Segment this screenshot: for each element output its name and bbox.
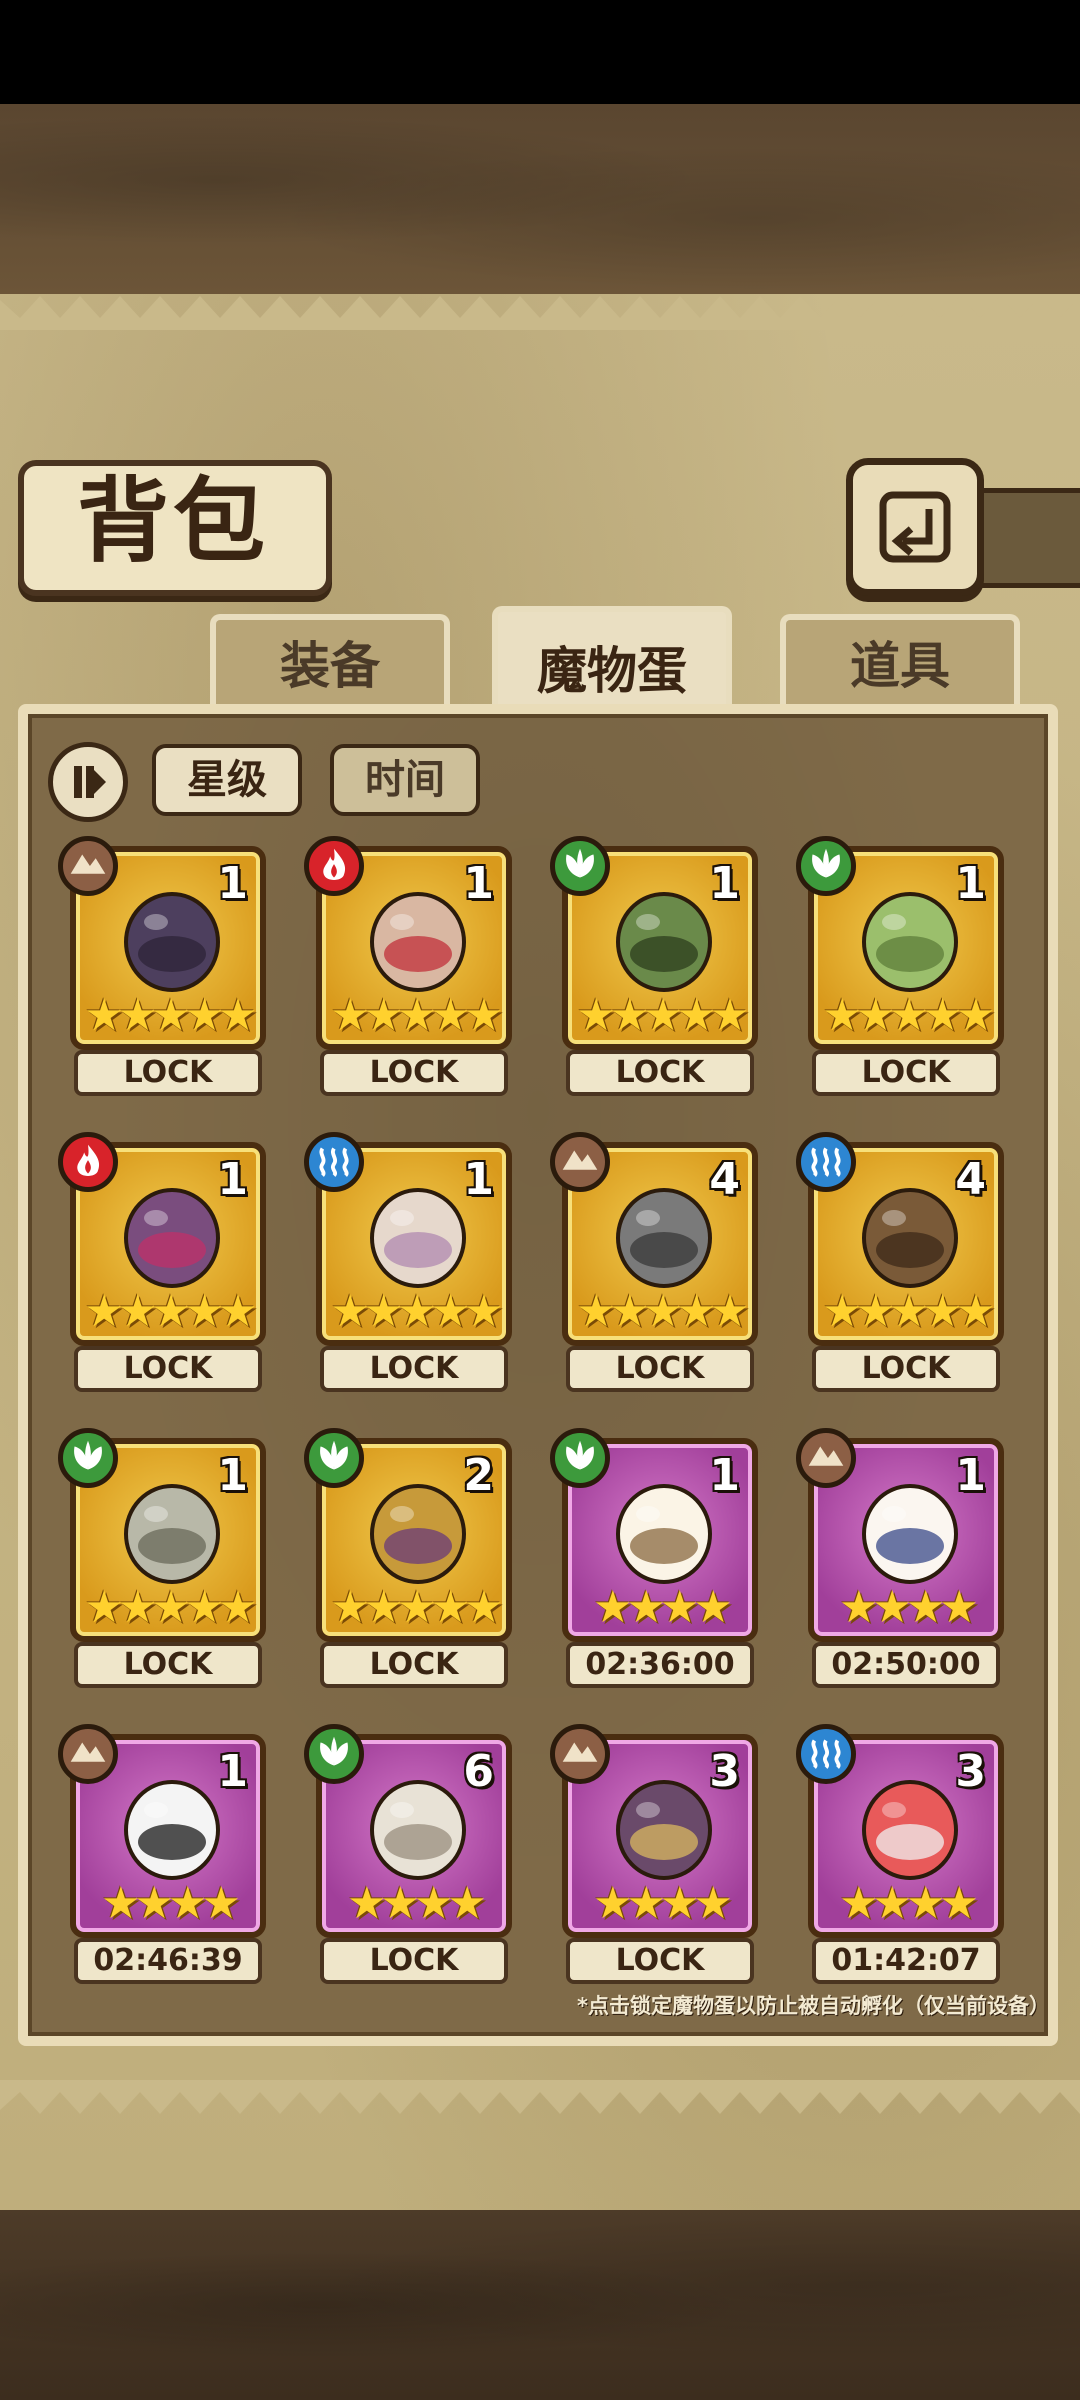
item-count: 1 — [709, 858, 740, 909]
nature-icon — [550, 1428, 610, 1488]
magic-lamp-image — [370, 1484, 466, 1584]
item-count: 4 — [955, 1154, 986, 1205]
tab-items-label: 道具 — [850, 637, 950, 695]
tab-equipment[interactable]: 装备 — [210, 614, 450, 706]
lock-hint-text: *点击锁定魔物蛋以防止被自动孵化（仅当前设备） — [577, 1994, 1050, 2018]
item-count: 4 — [709, 1154, 740, 1205]
item-count: 1 — [955, 1450, 986, 1501]
status-bar — [0, 0, 1080, 104]
lock-button[interactable]: LOCK — [320, 1938, 508, 1984]
star-rating: ★★★★ — [347, 1878, 487, 1929]
item-count: 1 — [709, 1450, 740, 1501]
water-icon — [796, 1132, 856, 1192]
star-rating: ★★★★ — [839, 1582, 979, 1633]
lock-button[interactable]: LOCK — [320, 1642, 508, 1688]
nature-icon — [58, 1428, 118, 1488]
earth-icon — [550, 1132, 610, 1192]
lock-button[interactable]: LOCK — [566, 1050, 754, 1096]
green-lantern-image — [616, 892, 712, 992]
pocket-watch-image — [124, 1484, 220, 1584]
water-icon — [796, 1724, 856, 1784]
lock-button[interactable]: LOCK — [320, 1050, 508, 1096]
item-count: 1 — [463, 1154, 494, 1205]
item-count: 1 — [217, 858, 248, 909]
hatch-timer: 02:50:00 — [812, 1642, 1000, 1688]
feather-egg-image — [862, 1780, 958, 1880]
purple-orb-egg-image — [124, 1188, 220, 1288]
dark-rock-egg-image — [124, 892, 220, 992]
hatch-timer: 01:42:07 — [812, 1938, 1000, 1984]
sort-order-toggle[interactable] — [48, 742, 128, 822]
white-nest-egg-image — [616, 1484, 712, 1584]
back-button[interactable] — [846, 458, 984, 596]
item-count: 1 — [217, 1450, 248, 1501]
return-arrow-icon — [879, 491, 951, 563]
star-rating: ★★★★ — [593, 1582, 733, 1633]
earth-icon — [550, 1724, 610, 1784]
wooden-staff-image — [862, 1188, 958, 1288]
map-background-bottom — [0, 2210, 1080, 2400]
lock-button[interactable]: LOCK — [74, 1642, 262, 1688]
lock-button[interactable]: LOCK — [812, 1346, 1000, 1392]
star-rating: ★★★★★ — [330, 1286, 503, 1337]
item-count: 1 — [955, 858, 986, 909]
winged-swirl-egg-image — [370, 1188, 466, 1288]
star-rating: ★★★★★ — [330, 1582, 503, 1633]
star-rating: ★★★★★ — [84, 1582, 257, 1633]
tab-monster-egg-label: 魔物蛋 — [537, 642, 687, 700]
striped-spider-egg-image — [124, 1780, 220, 1880]
water-icon — [304, 1132, 364, 1192]
star-rating: ★★★★★ — [822, 990, 995, 1041]
item-count: 1 — [463, 858, 494, 909]
lock-button[interactable]: LOCK — [566, 1346, 754, 1392]
nature-icon — [304, 1724, 364, 1784]
map-background-top — [0, 104, 1080, 294]
earth-icon — [796, 1428, 856, 1488]
star-rating: ★★★★★ — [84, 1286, 257, 1337]
item-count: 2 — [463, 1450, 494, 1501]
star-rating: ★★★★ — [839, 1878, 979, 1929]
item-count: 1 — [217, 1746, 248, 1797]
white-wrapped-egg-image — [862, 1484, 958, 1584]
star-rating: ★★★★★ — [822, 1286, 995, 1337]
item-count: 1 — [217, 1154, 248, 1205]
lock-button[interactable]: LOCK — [74, 1346, 262, 1392]
nature-icon — [796, 836, 856, 896]
item-count: 3 — [709, 1746, 740, 1797]
nature-icon — [550, 836, 610, 896]
sort-by-star-button[interactable]: 星级 — [152, 744, 302, 816]
item-count: 6 — [463, 1746, 494, 1797]
star-rating: ★★★★★ — [330, 990, 503, 1041]
lock-button[interactable]: LOCK — [320, 1346, 508, 1392]
snake-pot-egg-image — [616, 1780, 712, 1880]
hatch-timer: 02:46:39 — [74, 1938, 262, 1984]
star-rating: ★★★★★ — [84, 990, 257, 1041]
page-title: 背包 — [76, 468, 269, 575]
star-rating: ★★★★ — [593, 1878, 733, 1929]
hatch-timer: 02:36:00 — [566, 1642, 754, 1688]
nature-icon — [304, 1428, 364, 1488]
earth-icon — [58, 1724, 118, 1784]
green-egg-image — [862, 892, 958, 992]
lock-button[interactable]: LOCK — [566, 1938, 754, 1984]
sort-order-icon — [74, 766, 106, 798]
earth-icon — [58, 836, 118, 896]
tank-turret-egg-image — [370, 1780, 466, 1880]
lock-button[interactable]: LOCK — [74, 1050, 262, 1096]
tab-items[interactable]: 道具 — [780, 614, 1020, 706]
zigzag-edge-bottom — [0, 2080, 1080, 2114]
star-rating: ★★★★★ — [576, 990, 749, 1041]
red-swirl-egg-image — [370, 892, 466, 992]
lock-button[interactable]: LOCK — [812, 1050, 1000, 1096]
fire-icon — [304, 836, 364, 896]
fire-icon — [58, 1132, 118, 1192]
tab-equipment-label: 装备 — [280, 637, 380, 695]
star-rating: ★★★★ — [101, 1878, 241, 1929]
item-count: 3 — [955, 1746, 986, 1797]
zigzag-edge-top — [0, 296, 1080, 330]
sort-by-time-button[interactable]: 时间 — [330, 744, 480, 816]
star-rating: ★★★★★ — [576, 1286, 749, 1337]
broken-sword-image — [616, 1188, 712, 1288]
